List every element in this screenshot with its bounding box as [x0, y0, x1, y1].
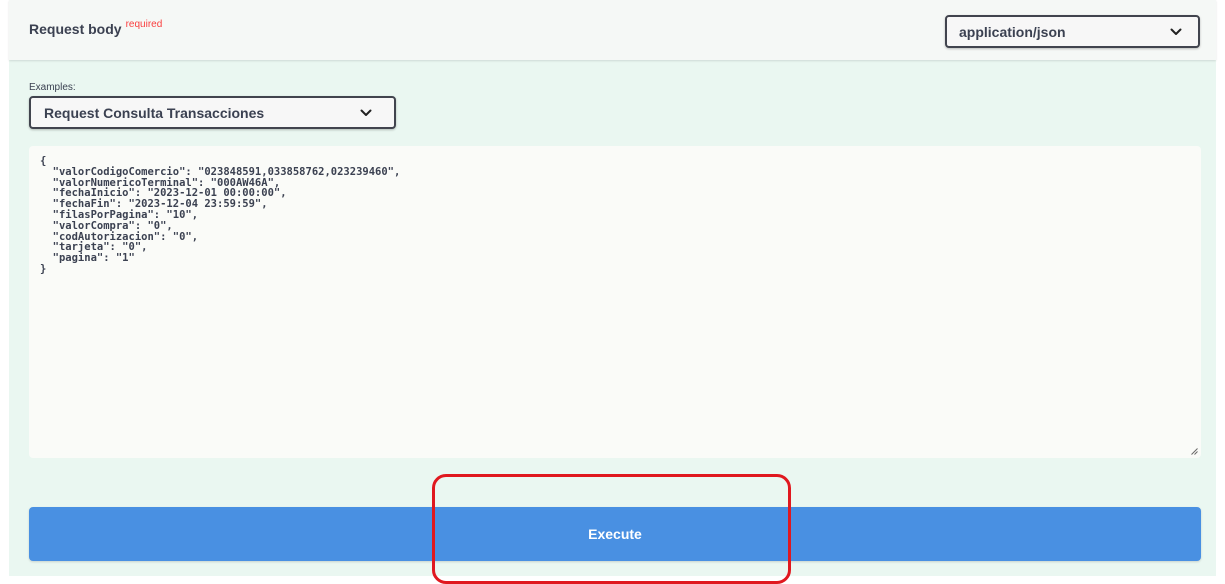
examples-label: Examples:	[29, 82, 76, 93]
request-body-json: { "valorCodigoComercio": "023848591,0338…	[40, 155, 401, 275]
examples-select[interactable]: Request Consulta Transacciones	[29, 96, 396, 129]
chevron-down-icon	[1170, 28, 1182, 35]
content-type-value: application/json	[959, 23, 1066, 40]
content-type-select[interactable]: application/json	[945, 15, 1200, 48]
request-body-header: Request body required application/json	[9, 0, 1216, 60]
request-body-title: Request body required	[29, 19, 163, 37]
request-body-textarea[interactable]: { "valorCodigoComercio": "023848591,0338…	[29, 146, 1201, 458]
highlight-annotation	[432, 474, 791, 584]
request-body-title-text: Request body	[29, 21, 122, 37]
resize-handle-icon[interactable]	[1191, 448, 1198, 455]
examples-value: Request Consulta Transacciones	[44, 104, 265, 121]
required-label: required	[125, 19, 163, 30]
chevron-down-icon	[360, 109, 372, 116]
